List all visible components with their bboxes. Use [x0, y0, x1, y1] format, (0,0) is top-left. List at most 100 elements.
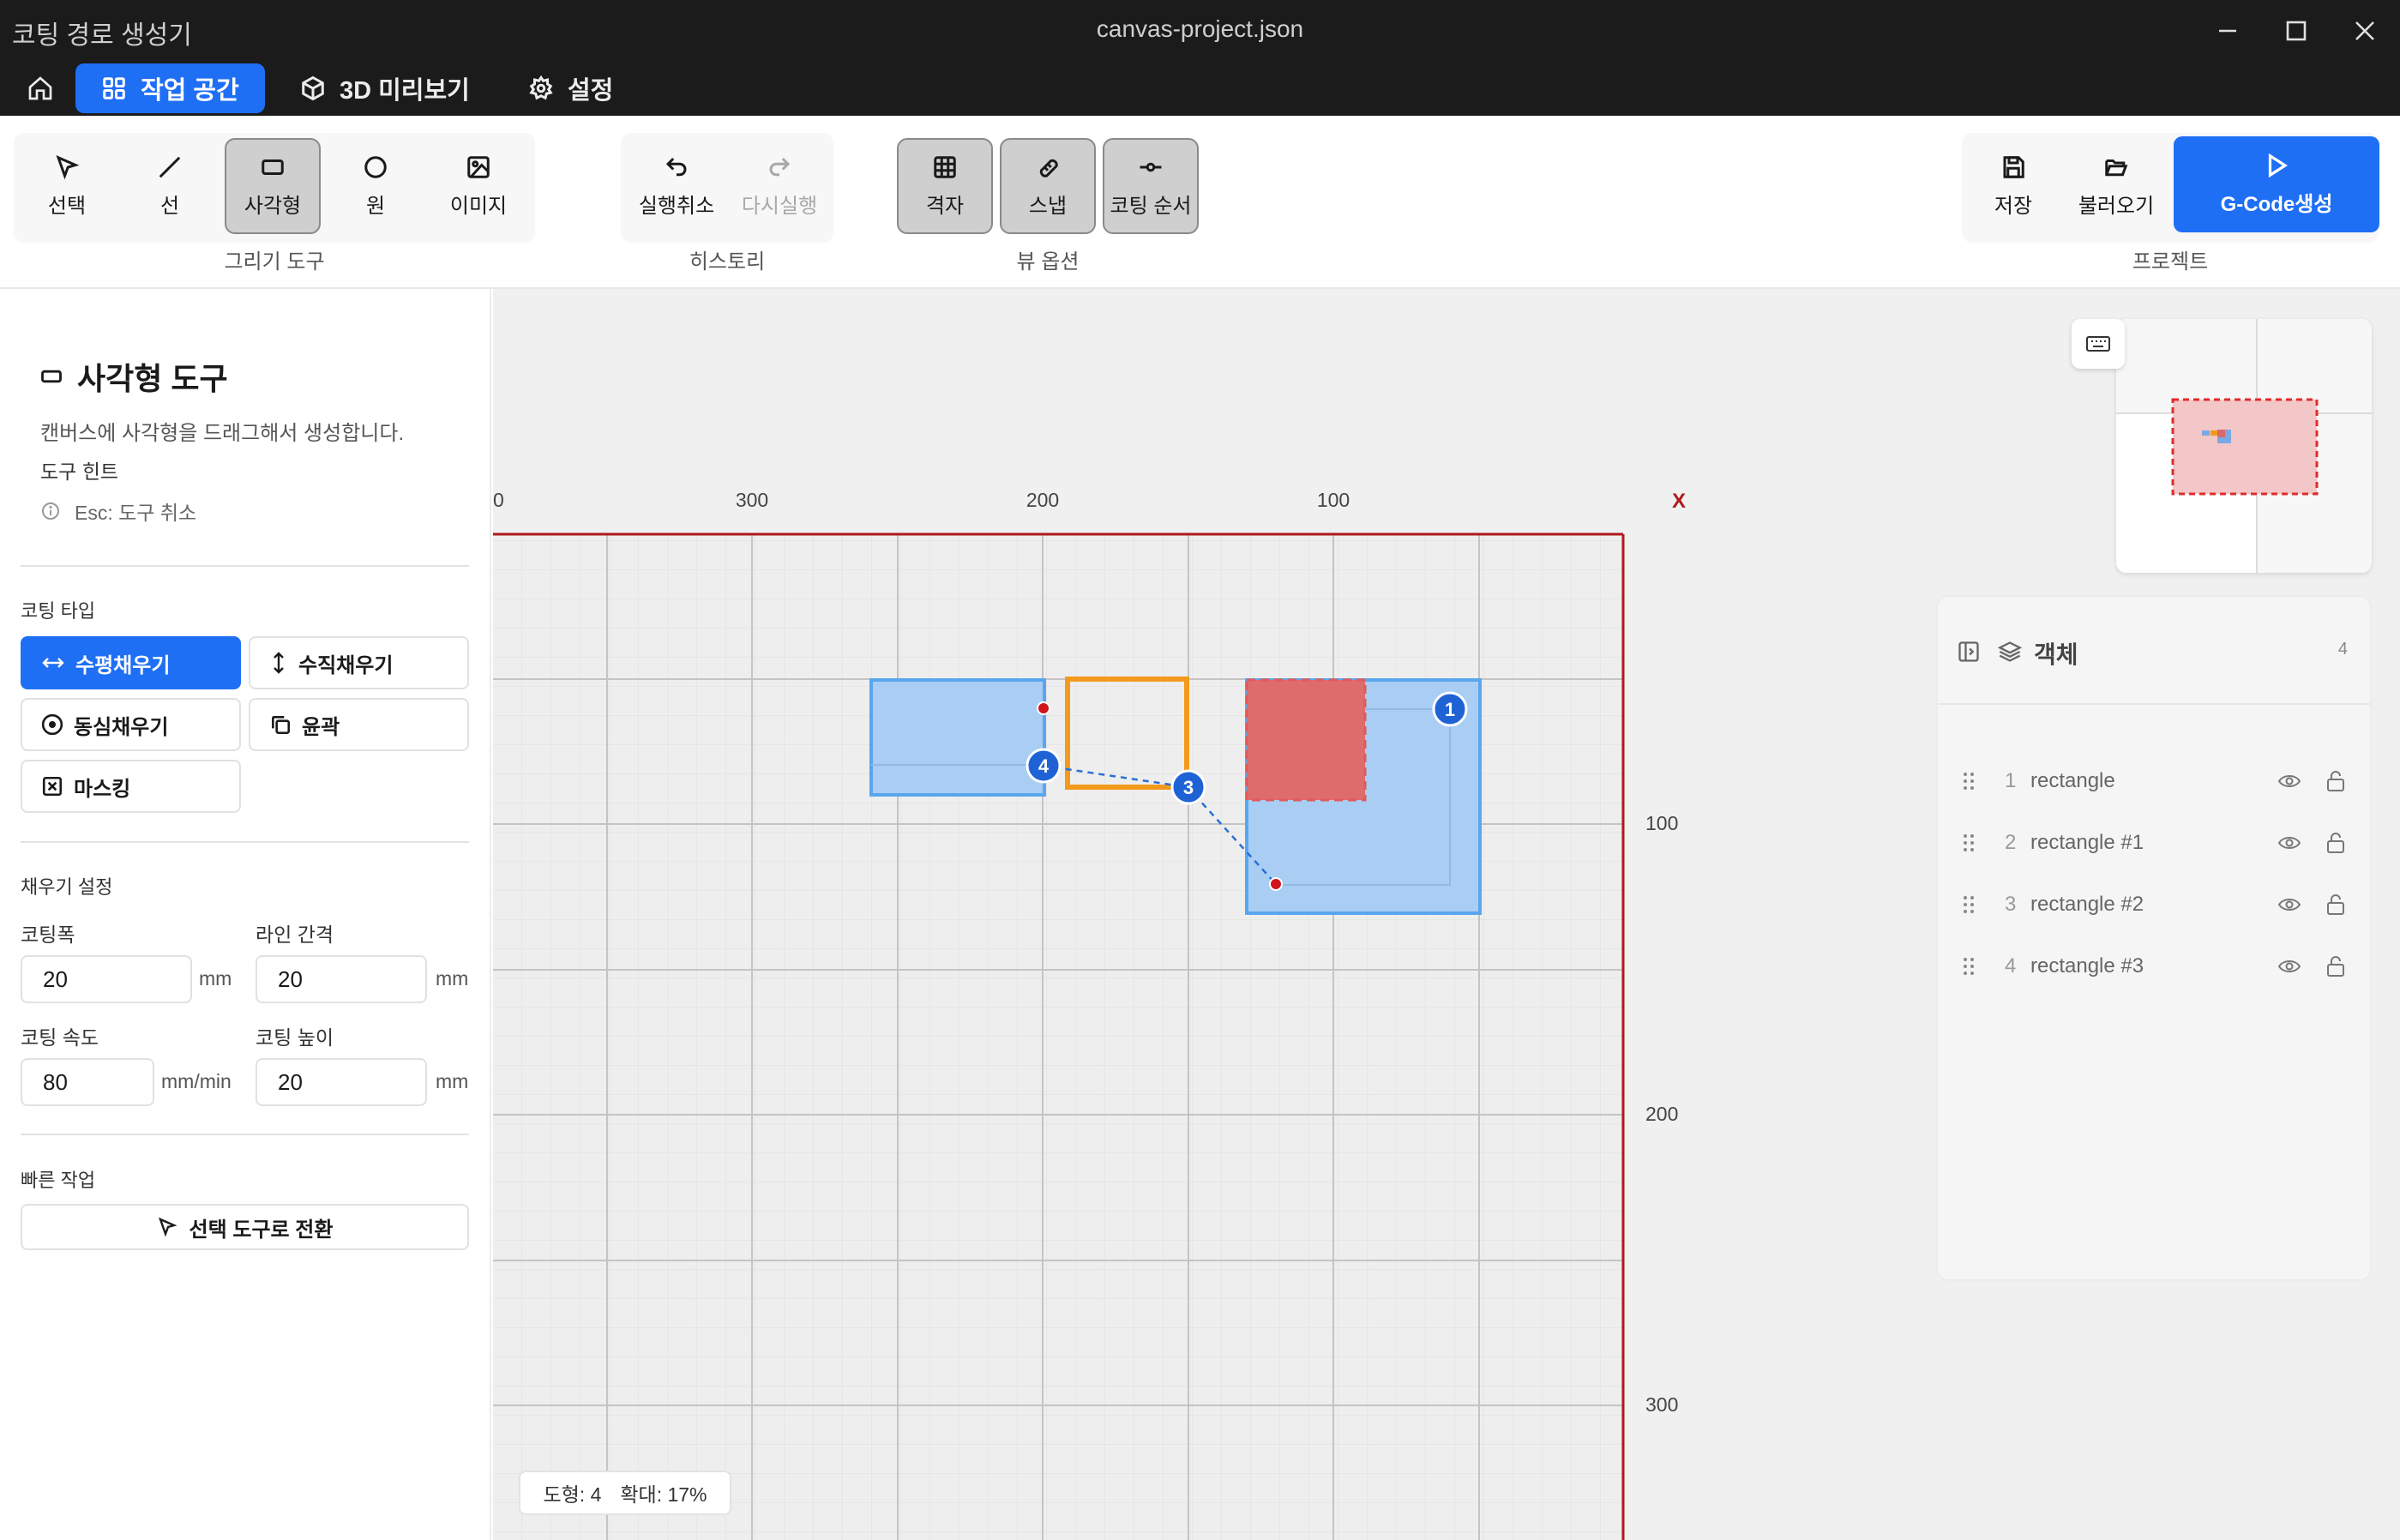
order-marker-1: 1 [1432, 691, 1468, 727]
eye-icon[interactable] [2277, 833, 2301, 852]
tool-rectangle-label: 사각형 [244, 194, 302, 218]
list-item[interactable]: 3 rectangle #2 [1938, 878, 2370, 931]
home-icon [28, 76, 52, 100]
copy-icon [272, 716, 291, 735]
start-point-marker [1269, 877, 1283, 891]
app-title: 코팅 경로 생성기 [12, 21, 192, 50]
minimize-icon [2219, 29, 2236, 32]
commit-icon [1140, 162, 1162, 171]
drag-handle-icon[interactable] [1962, 894, 1976, 915]
svg-text:3: 3 [1183, 777, 1194, 798]
coating-width-unit: mm [199, 967, 232, 990]
history-group: 실행취소 다시실행 [621, 133, 833, 243]
object-index: 4 [2005, 954, 2017, 978]
drag-handle-icon[interactable] [1962, 956, 1976, 977]
pointer-icon [56, 154, 80, 179]
coating-speed-input[interactable]: 80 [21, 1058, 154, 1106]
coating-height-unit: mm [436, 1070, 469, 1092]
coating-type-masking-label: 마스킹 [74, 777, 131, 801]
unlock-icon[interactable] [2325, 955, 2346, 978]
objects-panel-header: 객체 4 [1938, 597, 2370, 705]
view-options-label: 뷰 옵션 [1016, 250, 1080, 274]
drag-handle-icon[interactable] [1962, 771, 1976, 791]
arrows-vertical-icon [274, 652, 284, 674]
minimap-viewport[interactable] [2171, 398, 2319, 496]
tab-workspace[interactable]: 작업 공간 [75, 63, 265, 113]
folder-open-icon [2105, 159, 2128, 176]
coating-order-toggle-button[interactable]: 코팅 순서 [1103, 138, 1199, 234]
unlock-icon[interactable] [2325, 893, 2346, 916]
y-tick-100: 100 [1645, 812, 1678, 834]
grid-toggle-button[interactable]: 격자 [897, 138, 993, 234]
switch-to-select-button[interactable]: 선택 도구로 전환 [21, 1204, 469, 1250]
tool-rectangle-button[interactable]: 사각형 [225, 138, 321, 234]
load-label: 불러오기 [2078, 194, 2155, 218]
eye-icon[interactable] [2277, 895, 2301, 914]
minimize-button[interactable] [2193, 0, 2262, 61]
list-item[interactable]: 2 rectangle #1 [1938, 816, 2370, 869]
load-button[interactable]: 불러오기 [2068, 138, 2164, 234]
tool-image-button[interactable]: 이미지 [430, 138, 526, 234]
panel-collapse-icon[interactable] [1957, 640, 1981, 664]
coating-height-label: 코팅 높이 [256, 1026, 334, 1049]
x-axis-label: X [1672, 490, 1686, 513]
rectangle-shape-left[interactable] [869, 678, 1046, 797]
divider [21, 841, 469, 843]
keyboard-shortcuts-button[interactable] [2072, 319, 2125, 369]
coating-type-label: 코팅 타입 [21, 600, 96, 622]
tool-select-button[interactable]: 선택 [19, 138, 115, 234]
maximize-icon [2286, 21, 2307, 40]
quick-actions-label: 빠른 작업 [21, 1170, 96, 1191]
unlock-icon[interactable] [2325, 770, 2346, 792]
square-x-icon [42, 776, 63, 797]
unlock-icon[interactable] [2325, 832, 2346, 854]
title-bar: 코팅 경로 생성기 canvas-project.json [0, 0, 2400, 61]
object-name: rectangle #3 [2030, 954, 2144, 978]
generate-gcode-button[interactable]: G-Code생성 [2174, 136, 2379, 232]
coating-type-masking[interactable]: 마스킹 [21, 760, 241, 813]
coating-type-horizontal[interactable]: 수평채우기 [21, 636, 241, 689]
object-name: rectangle #2 [2030, 893, 2144, 916]
tab-settings[interactable]: 설정 [502, 63, 639, 113]
object-index: 1 [2005, 769, 2017, 792]
tool-line-label: 선 [159, 194, 180, 218]
y-tick-200: 200 [1645, 1103, 1678, 1125]
eye-icon[interactable] [2277, 772, 2301, 791]
save-button[interactable]: 저장 [1965, 138, 2061, 234]
layers-icon [1998, 641, 2022, 662]
start-point-marker [1037, 701, 1050, 715]
snap-toggle-label: 스냅 [1028, 194, 1068, 218]
order-marker-3: 3 [1170, 769, 1206, 805]
coating-type-horizontal-label: 수평채우기 [75, 653, 171, 677]
tab-3d-preview[interactable]: 3D 미리보기 [274, 63, 496, 113]
coating-type-vertical[interactable]: 수직채우기 [249, 636, 469, 689]
eye-icon[interactable] [2277, 957, 2301, 976]
panel-description: 캔버스에 사각형을 드래그해서 생성합니다. [40, 422, 405, 445]
minimap-svg [2116, 319, 2372, 573]
tool-line-button[interactable]: 선 [122, 138, 218, 234]
tool-circle-button[interactable]: 원 [328, 138, 424, 234]
hint-text: Esc: 도구 취소 [75, 502, 197, 524]
maximize-button[interactable] [2262, 0, 2331, 61]
coating-width-input[interactable]: 20 [21, 955, 192, 1003]
snap-toggle-button[interactable]: 스냅 [1000, 138, 1096, 234]
coating-type-concentric[interactable]: 동심채우기 [21, 698, 241, 751]
drag-handle-icon[interactable] [1962, 833, 1976, 853]
list-item[interactable]: 4 rectangle #3 [1938, 940, 2370, 993]
line-spacing-input[interactable]: 20 [256, 955, 427, 1003]
redo-button[interactable]: 다시실행 [729, 138, 830, 234]
arrows-horizontal-icon [42, 658, 64, 668]
home-button[interactable] [15, 69, 65, 107]
masking-shape[interactable] [1245, 678, 1367, 802]
coating-height-input[interactable]: 20 [256, 1058, 427, 1106]
close-button[interactable] [2331, 0, 2399, 61]
draw-tools-label: 그리기 도구 [224, 250, 325, 274]
minimap-shape [2211, 430, 2217, 436]
minimap[interactable] [2116, 319, 2372, 573]
svg-text:4: 4 [1038, 755, 1050, 777]
target-icon [41, 713, 63, 736]
coating-type-outline[interactable]: 윤곽 [249, 698, 469, 751]
list-item[interactable]: 1 rectangle [1938, 755, 2370, 808]
undo-button[interactable]: 실행취소 [626, 138, 727, 234]
draw-tools-group: 선택 선 사각형 원 이미지 [14, 133, 535, 243]
